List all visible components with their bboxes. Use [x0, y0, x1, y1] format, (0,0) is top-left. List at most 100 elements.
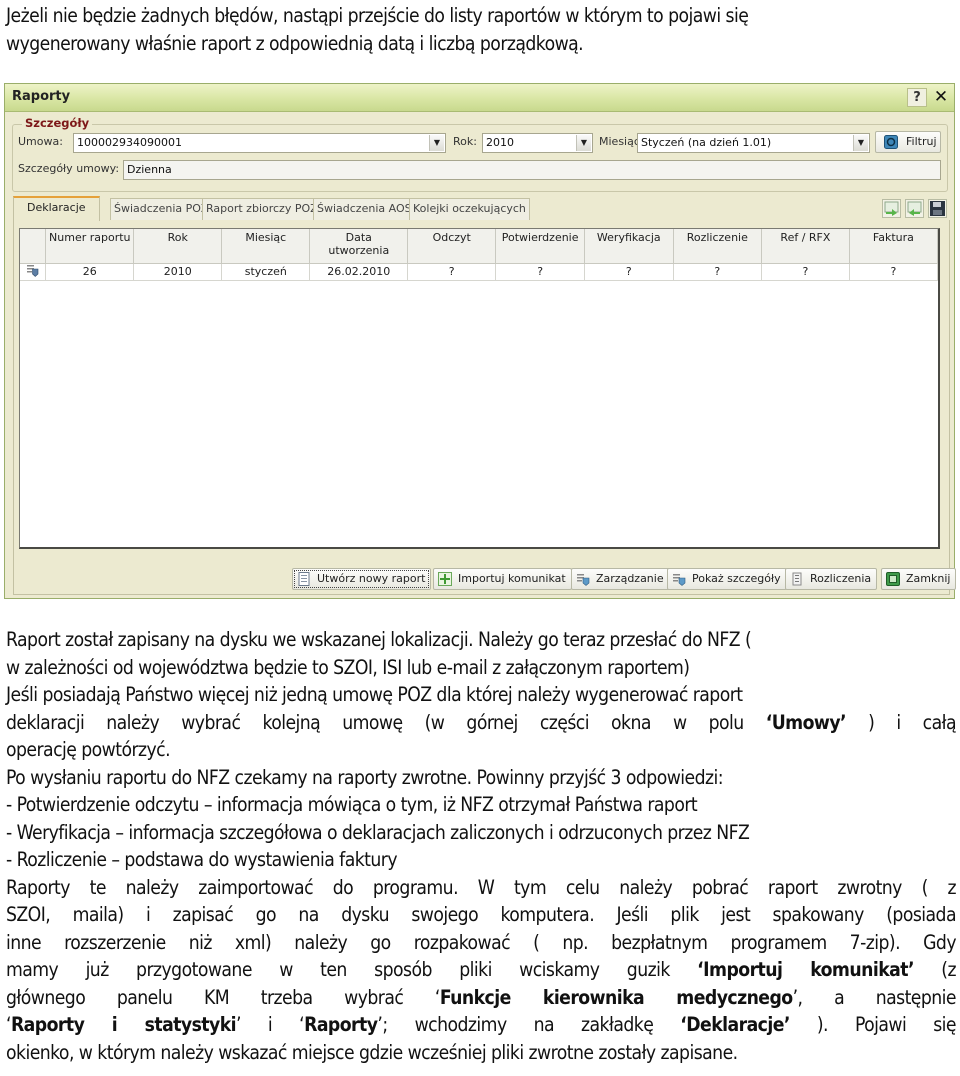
text-span: ’, a następnie — [792, 985, 957, 1009]
cell-weryfikacja: ? — [584, 263, 674, 281]
column-header[interactable]: Rok — [133, 229, 223, 264]
close-button[interactable]: Zamknij — [881, 568, 957, 590]
table-header-row: Numer raportu Rok Miesiąc Data utworzeni… — [20, 229, 939, 264]
column-header[interactable]: Odczyt — [407, 229, 497, 264]
tab-panel-deklaracje: Numer raportu Rok Miesiąc Data utworzeni… — [13, 220, 950, 595]
cell-potwierdzenie: ? — [495, 263, 586, 281]
intro-paragraph: Jeżeli nie będzie żadnych błędów, nastąp… — [6, 2, 956, 57]
text-line: operację powtórzyć. — [6, 738, 171, 761]
settlements-button[interactable]: Rozliczenia — [785, 568, 878, 590]
cell-rozliczenie: ? — [673, 263, 763, 281]
report-row-icon — [27, 264, 39, 277]
column-header[interactable]: Potwierdzenie — [495, 229, 586, 264]
plus-icon — [438, 572, 452, 586]
tab-raport-zbiorczy-poz[interactable]: Raport zbiorczy POZ — [202, 198, 322, 220]
cell-faktura: ? — [849, 263, 939, 281]
table-row[interactable]: 26 2010 styczeń 26.02.2010 ? ? ? ? ? ? — [20, 263, 939, 281]
szczegoly-umowy-value: Dzienna — [127, 163, 172, 176]
text-line: okienko, w którym należy wskazać miejsce… — [6, 1040, 738, 1064]
text-span: ’; wchodzimy na zakładkę — [377, 1013, 681, 1036]
reports-table: Numer raportu Rok Miesiąc Data utworzeni… — [20, 229, 939, 281]
text-span: (z — [913, 958, 957, 981]
cell-odczyt: ? — [407, 263, 497, 281]
column-header[interactable]: Data utworzenia — [309, 229, 409, 264]
column-header[interactable]: Miesiąc — [221, 229, 311, 264]
miesiac-select[interactable]: Styczeń (na dzień 1.01) ▼ — [637, 133, 870, 153]
window-titlebar: Raporty ? ✕ — [5, 84, 954, 112]
text-line: Raporty te należy zaimportować do progra… — [6, 875, 957, 899]
bold-term: Raporty i statystyki — [10, 1013, 237, 1036]
filtruj-label: Filtruj — [906, 135, 937, 148]
body-paragraph-1: Raport został zapisany na dysku we wskaz… — [6, 626, 957, 1066]
save-icon — [930, 201, 945, 216]
tab-swiadczenia-aos[interactable]: Świadczenia AOS — [313, 198, 416, 220]
manage-button[interactable]: Zarządzanie — [571, 568, 670, 590]
cell-miesiac: styczeń — [221, 263, 311, 281]
column-header[interactable]: Rozliczenie — [673, 229, 763, 264]
tab-deklaracje[interactable]: Deklaracje — [13, 196, 100, 221]
text-line: inne rozszerzenie niż xml) należy go roz… — [6, 930, 957, 954]
filtruj-button[interactable]: Filtruj — [875, 131, 941, 153]
column-header[interactable]: Numer raportu — [45, 229, 135, 264]
umowa-select[interactable]: 100002934090001 ▼ — [73, 133, 446, 153]
rok-label: Rok: — [453, 135, 477, 148]
cell-data: 26.02.2010 — [309, 263, 409, 281]
show-details-label: Pokaż szczegóły — [692, 572, 781, 585]
text-line: w zależności od województwa będzie to SZ… — [6, 655, 690, 679]
row-indicator[interactable] — [20, 263, 47, 281]
save-button[interactable] — [928, 199, 947, 218]
text-line: Jeśli posiadają Państwo więcej niż jedną… — [6, 683, 743, 706]
text-span: deklaracji należy wybrać kolejną umowę (… — [6, 710, 766, 734]
filter-icon — [884, 135, 898, 149]
cell-ref-rfx: ? — [761, 263, 850, 281]
window-title: Raporty — [12, 89, 71, 104]
column-header[interactable]: Weryfikacja — [584, 229, 674, 264]
bold-term: Funkcje kierownika medycznego — [439, 985, 793, 1009]
miesiac-value: Styczeń (na dzień 1.01) — [641, 136, 772, 149]
cell-numer: 26 — [45, 263, 135, 281]
umowa-label: Umowa: — [18, 135, 63, 148]
list-item: - Potwierdzenie odczytu – informacja mów… — [6, 793, 698, 816]
close-window-button[interactable]: ✕ — [931, 88, 951, 107]
chevron-down-icon[interactable]: ▼ — [853, 135, 868, 151]
settlements-label: Rozliczenia — [810, 572, 872, 585]
details-group: Szczegóły Umowa: 100002934090001 ▼ Rok: … — [12, 116, 948, 192]
tab-swiadczenia-poz[interactable]: Świadczenia POZ — [110, 198, 213, 220]
export-icon — [884, 201, 899, 216]
rok-select[interactable]: 2010 ▼ — [482, 133, 593, 153]
column-header[interactable]: Ref / RFX — [761, 229, 850, 264]
intro-line: wygenerowany właśnie raport z odpowiedni… — [6, 31, 584, 55]
text-span: mamy już przygotowane w ten sposób pliki… — [6, 958, 698, 981]
bold-term: ‘Deklaracje’ — [680, 1013, 790, 1036]
new-report-button[interactable]: Utwórz nowy raport — [292, 568, 432, 590]
import-button[interactable] — [905, 199, 924, 218]
document-icon — [298, 572, 310, 586]
chevron-down-icon[interactable]: ▼ — [576, 135, 591, 151]
manage-icon — [577, 574, 590, 586]
text-line: mamy już przygotowane w ten sposób pliki… — [6, 956, 957, 984]
help-button[interactable]: ? — [907, 88, 927, 107]
import-icon — [907, 201, 922, 216]
exit-icon — [886, 572, 900, 586]
cell-rok: 2010 — [133, 263, 223, 281]
import-message-button[interactable]: Importuj komunikat — [433, 568, 572, 590]
raporty-window: Raporty ? ✕ Szczegóły Umowa: 10000293409… — [4, 83, 957, 599]
bold-term: Raporty — [304, 1013, 378, 1036]
chevron-down-icon[interactable]: ▼ — [429, 135, 444, 151]
umowa-value: 100002934090001 — [77, 136, 182, 149]
rok-value: 2010 — [486, 136, 514, 149]
column-header[interactable]: Faktura — [849, 229, 939, 264]
close-label: Zamknij — [906, 572, 951, 585]
text-span: ). Pojawi się — [789, 1013, 957, 1036]
export-button[interactable] — [882, 199, 901, 218]
tab-kolejki-oczekujacych[interactable]: Kolejki oczekujących — [409, 198, 530, 220]
szczegoly-umowy-label: Szczegóły umowy: — [18, 162, 120, 175]
import-message-label: Importuj komunikat — [458, 572, 566, 585]
text-line: SZOI, maila) i zapisać go na dysku swoje… — [6, 903, 957, 926]
reports-grid: Numer raportu Rok Miesiąc Data utworzeni… — [19, 228, 940, 549]
text-span: ’ i ‘ — [236, 1013, 305, 1036]
szczegoly-umowy-field: Dzienna — [123, 160, 941, 180]
show-details-button[interactable]: Pokaż szczegóły — [667, 568, 787, 590]
text-line: deklaracji należy wybrać kolejną umowę (… — [6, 709, 957, 737]
text-span: głównego panelu KM trzeba wybrać ‘ — [6, 985, 440, 1009]
